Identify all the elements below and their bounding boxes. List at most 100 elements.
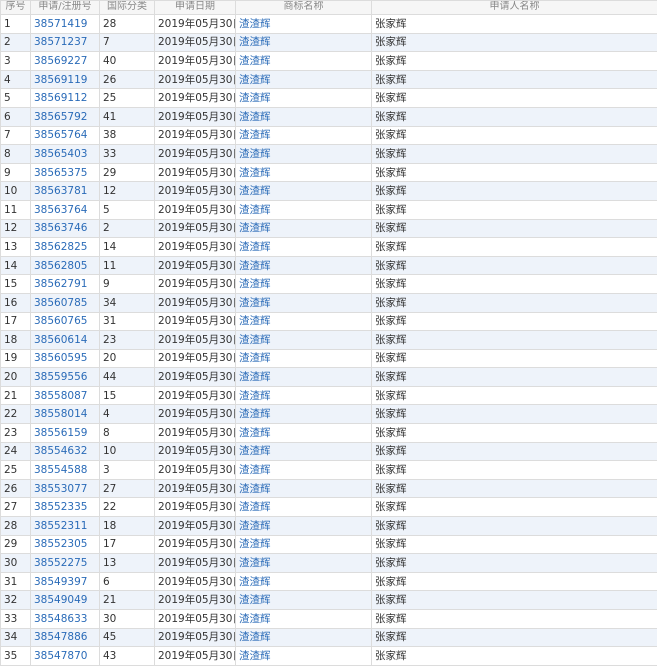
reg-number-link[interactable]: 38565403 [31, 145, 100, 164]
reg-number-link[interactable]: 38549049 [31, 591, 100, 610]
header-reg-number[interactable]: 申请/注册号 [31, 1, 100, 15]
mark-name-link[interactable]: 渣渣辉 [236, 628, 372, 647]
mark-name-link[interactable]: 渣渣辉 [236, 219, 372, 238]
date-cell: 2019年05月30日 [155, 628, 236, 647]
reg-number-link[interactable]: 38560595 [31, 349, 100, 368]
mark-name-link[interactable]: 渣渣辉 [236, 238, 372, 257]
mark-name-link[interactable]: 渣渣辉 [236, 442, 372, 461]
applicant-cell: 张家辉 [372, 517, 657, 536]
mark-name-link[interactable]: 渣渣辉 [236, 405, 372, 424]
header-date[interactable]: 申请日期 [155, 1, 236, 15]
reg-number-link[interactable]: 38552335 [31, 498, 100, 517]
reg-number-link[interactable]: 38562805 [31, 256, 100, 275]
reg-number-link[interactable]: 38560614 [31, 331, 100, 350]
reg-number-link[interactable]: 38559556 [31, 368, 100, 387]
reg-number-link[interactable]: 38552311 [31, 517, 100, 536]
mark-name-link[interactable]: 渣渣辉 [236, 89, 372, 108]
mark-name-link[interactable]: 渣渣辉 [236, 368, 372, 387]
mark-name-link[interactable]: 渣渣辉 [236, 15, 372, 34]
reg-number-link[interactable]: 38571237 [31, 33, 100, 52]
mark-name-link[interactable]: 渣渣辉 [236, 163, 372, 182]
mark-name-link[interactable]: 渣渣辉 [236, 554, 372, 573]
header-class[interactable]: 国际分类 [100, 1, 155, 15]
reg-number-link[interactable]: 38562791 [31, 275, 100, 294]
reg-number-link[interactable]: 38565792 [31, 107, 100, 126]
row-seq: 10 [1, 182, 31, 201]
mark-name-link[interactable]: 渣渣辉 [236, 182, 372, 201]
mark-name-link[interactable]: 渣渣辉 [236, 349, 372, 368]
class-cell: 2 [100, 219, 155, 238]
date-cell: 2019年05月30日 [155, 610, 236, 629]
mark-name-link[interactable]: 渣渣辉 [236, 535, 372, 554]
date-cell: 2019年05月30日 [155, 479, 236, 498]
reg-number-link[interactable]: 38563746 [31, 219, 100, 238]
reg-number-link[interactable]: 38563781 [31, 182, 100, 201]
header-applicant[interactable]: 申请人名称 [372, 1, 657, 15]
mark-name-link[interactable]: 渣渣辉 [236, 312, 372, 331]
row-seq: 23 [1, 424, 31, 443]
date-cell: 2019年05月30日 [155, 163, 236, 182]
mark-name-link[interactable]: 渣渣辉 [236, 647, 372, 666]
class-cell: 27 [100, 479, 155, 498]
reg-number-link[interactable]: 38560785 [31, 293, 100, 312]
reg-number-link[interactable]: 38565375 [31, 163, 100, 182]
reg-number-link[interactable]: 38558014 [31, 405, 100, 424]
row-seq: 26 [1, 479, 31, 498]
reg-number-link[interactable]: 38565764 [31, 126, 100, 145]
class-cell: 44 [100, 368, 155, 387]
mark-name-link[interactable]: 渣渣辉 [236, 461, 372, 480]
mark-name-link[interactable]: 渣渣辉 [236, 610, 372, 629]
reg-number-link[interactable]: 38569112 [31, 89, 100, 108]
header-mark-name[interactable]: 商标名称 [236, 1, 372, 15]
reg-number-link[interactable]: 38548633 [31, 610, 100, 629]
mark-name-link[interactable]: 渣渣辉 [236, 517, 372, 536]
reg-number-link[interactable]: 38554632 [31, 442, 100, 461]
reg-number-link[interactable]: 38556159 [31, 424, 100, 443]
reg-number-link[interactable]: 38563764 [31, 200, 100, 219]
mark-name-link[interactable]: 渣渣辉 [236, 424, 372, 443]
applicant-cell: 张家辉 [372, 535, 657, 554]
reg-number-link[interactable]: 38552305 [31, 535, 100, 554]
mark-name-link[interactable]: 渣渣辉 [236, 498, 372, 517]
mark-name-link[interactable]: 渣渣辉 [236, 293, 372, 312]
table-row: 3238549049212019年05月30日渣渣辉张家辉 [1, 591, 657, 610]
table-row: 2838552311182019年05月30日渣渣辉张家辉 [1, 517, 657, 536]
reg-number-link[interactable]: 38547870 [31, 647, 100, 666]
mark-name-link[interactable]: 渣渣辉 [236, 331, 372, 350]
table-row: 1038563781122019年05月30日渣渣辉张家辉 [1, 182, 657, 201]
mark-name-link[interactable]: 渣渣辉 [236, 200, 372, 219]
mark-name-link[interactable]: 渣渣辉 [236, 52, 372, 71]
mark-name-link[interactable]: 渣渣辉 [236, 275, 372, 294]
mark-name-link[interactable]: 渣渣辉 [236, 591, 372, 610]
applicant-cell: 张家辉 [372, 647, 657, 666]
reg-number-link[interactable]: 38569119 [31, 70, 100, 89]
mark-name-link[interactable]: 渣渣辉 [236, 479, 372, 498]
class-cell: 11 [100, 256, 155, 275]
reg-number-link[interactable]: 38554588 [31, 461, 100, 480]
reg-number-link[interactable]: 38558087 [31, 386, 100, 405]
mark-name-link[interactable]: 渣渣辉 [236, 107, 372, 126]
reg-number-link[interactable]: 38547886 [31, 628, 100, 647]
reg-number-link[interactable]: 38549397 [31, 572, 100, 591]
mark-name-link[interactable]: 渣渣辉 [236, 70, 372, 89]
reg-number-link[interactable]: 38569227 [31, 52, 100, 71]
mark-name-link[interactable]: 渣渣辉 [236, 256, 372, 275]
date-cell: 2019年05月30日 [155, 572, 236, 591]
row-seq: 34 [1, 628, 31, 647]
reg-number-link[interactable]: 38552275 [31, 554, 100, 573]
reg-number-link[interactable]: 38571419 [31, 15, 100, 34]
mark-name-link[interactable]: 渣渣辉 [236, 145, 372, 164]
table-row: 1738560765312019年05月30日渣渣辉张家辉 [1, 312, 657, 331]
date-cell: 2019年05月30日 [155, 535, 236, 554]
mark-name-link[interactable]: 渣渣辉 [236, 386, 372, 405]
mark-name-link[interactable]: 渣渣辉 [236, 126, 372, 145]
mark-name-link[interactable]: 渣渣辉 [236, 572, 372, 591]
applicant-cell: 张家辉 [372, 442, 657, 461]
reg-number-link[interactable]: 38560765 [31, 312, 100, 331]
reg-number-link[interactable]: 38562825 [31, 238, 100, 257]
date-cell: 2019年05月30日 [155, 256, 236, 275]
reg-number-link[interactable]: 38553077 [31, 479, 100, 498]
mark-name-link[interactable]: 渣渣辉 [236, 33, 372, 52]
table-row: 23857123772019年05月30日渣渣辉张家辉 [1, 33, 657, 52]
header-seq[interactable]: 序号 [1, 1, 31, 15]
